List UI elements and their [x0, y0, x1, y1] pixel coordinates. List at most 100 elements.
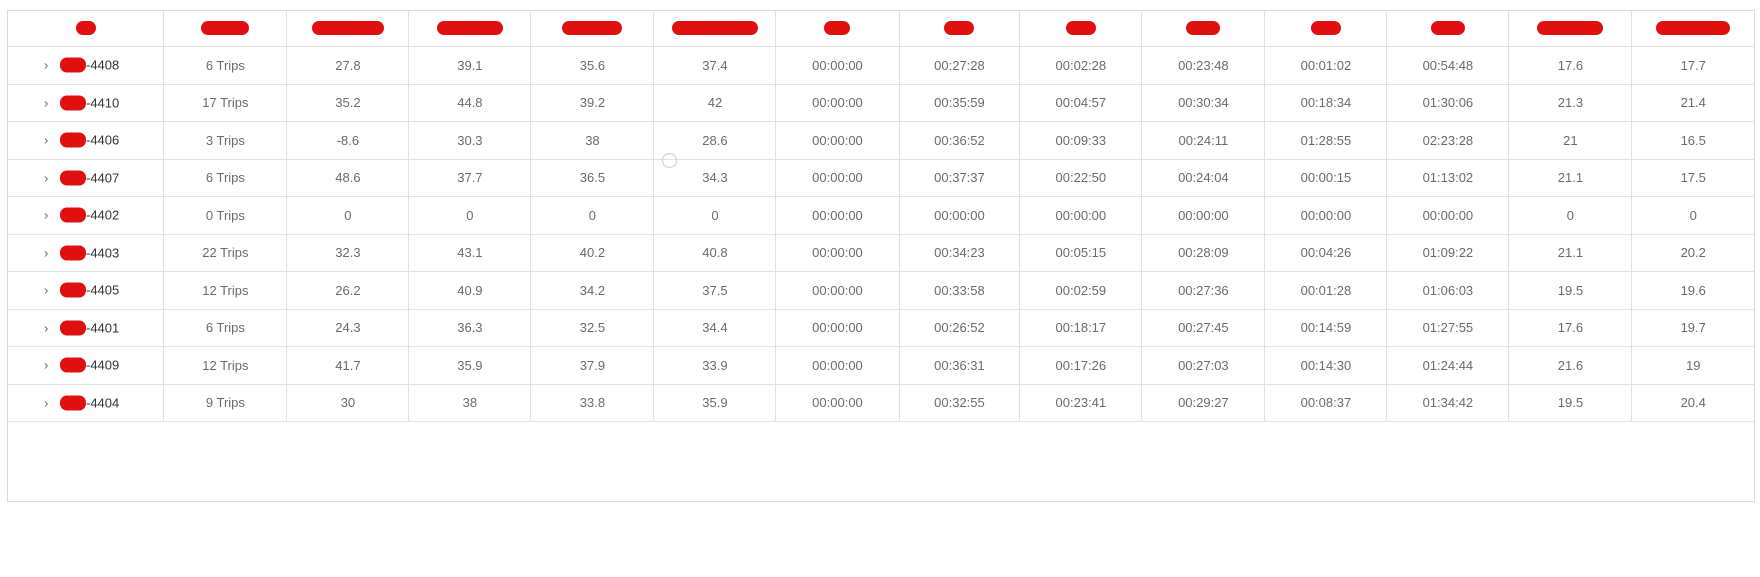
header-redacted[interactable] — [1631, 11, 1754, 47]
value-cell: 00:08:37 — [1264, 383, 1388, 422]
vehicle-cell[interactable]: › -4408 — [8, 46, 165, 85]
header-redacted[interactable] — [408, 11, 532, 47]
header-redacted[interactable] — [775, 11, 900, 47]
redaction-mark — [1310, 21, 1341, 36]
value-cell: 00:00:00 — [1141, 196, 1266, 235]
chevron-right-icon[interactable]: › — [44, 283, 48, 298]
header-redacted[interactable] — [653, 11, 777, 47]
vehicle-id-suffix: -4406 — [86, 132, 120, 148]
value-cell: 35.6 — [530, 46, 655, 85]
value-cell: 00:23:48 — [1141, 46, 1266, 85]
header-redacted[interactable] — [286, 11, 410, 47]
value-cell: 30.3 — [408, 121, 532, 160]
value-cell: 0 — [1631, 196, 1754, 235]
vehicle-id-suffix: -4405 — [86, 282, 120, 298]
vehicle-cell[interactable]: › -4405 — [8, 271, 165, 310]
table-row[interactable]: › -4401 6 Trips 24.3 36.3 32.5 34.4 00:00:00 00:… — [8, 308, 1754, 347]
vehicle-cell[interactable]: › -4401 — [8, 308, 165, 347]
redaction-mark — [60, 282, 86, 298]
value-cell: 35.9 — [408, 346, 532, 385]
header-redacted[interactable] — [8, 11, 165, 47]
value-cell: 00:27:45 — [1141, 308, 1266, 347]
table-row[interactable]: › -4409 12 Trips 41.7 35.9 37.9 33.9 00:00:00 00… — [8, 346, 1754, 385]
chevron-right-icon[interactable]: › — [44, 395, 48, 410]
header-redacted[interactable] — [1019, 11, 1143, 47]
chevron-right-icon[interactable]: › — [44, 320, 48, 335]
redaction-mark — [1430, 21, 1465, 36]
value-cell: 00:00:00 — [775, 271, 900, 310]
vehicle-name: -4404 — [60, 395, 119, 411]
table-row[interactable]: › -4402 0 Trips 0 0 0 0 00:00:00 00:00:00 00:00:0… — [8, 196, 1754, 235]
chevron-right-icon[interactable]: › — [44, 358, 48, 373]
chevron-right-icon[interactable]: › — [44, 245, 48, 260]
value-cell: 00:14:59 — [1264, 308, 1388, 347]
table-row[interactable]: › -4404 9 Trips 30 38 33.8 35.9 00:00:00 00:32:5… — [8, 383, 1754, 422]
value-cell: 17.6 — [1508, 308, 1633, 347]
value-cell: 34.4 — [653, 308, 777, 347]
value-cell: 00:00:00 — [775, 308, 900, 347]
value-cell: 00:30:34 — [1141, 83, 1266, 122]
value-cell: 00:09:33 — [1019, 121, 1143, 160]
chevron-right-icon[interactable]: › — [44, 95, 48, 110]
value-cell: 21.1 — [1508, 233, 1633, 272]
chevron-right-icon[interactable]: › — [44, 208, 48, 223]
table-row[interactable]: › -4405 12 Trips 26.2 40.9 34.2 37.5 00:00:00 00… — [8, 271, 1754, 310]
vehicle-cell[interactable]: › -4407 — [8, 158, 165, 197]
value-cell: 40.2 — [530, 233, 655, 272]
vehicle-cell[interactable]: › -4409 — [8, 346, 165, 385]
value-cell: 01:30:06 — [1386, 83, 1510, 122]
chevron-right-icon[interactable]: › — [44, 58, 48, 73]
header-redacted[interactable] — [163, 11, 288, 47]
redaction-mark — [436, 21, 503, 36]
value-cell: 00:18:34 — [1264, 83, 1388, 122]
value-cell: 33.8 — [530, 383, 655, 422]
value-cell: 38 — [530, 121, 655, 160]
value-cell: 00:04:26 — [1264, 233, 1388, 272]
header-redacted[interactable] — [898, 11, 1021, 47]
vehicle-name: -4407 — [60, 170, 119, 186]
vehicle-name: -4402 — [60, 207, 119, 223]
value-cell: 36.3 — [408, 308, 532, 347]
value-cell: 00:33:58 — [898, 271, 1021, 310]
header-redacted[interactable] — [1508, 11, 1633, 47]
header-redacted[interactable] — [1386, 11, 1510, 47]
value-cell: 00:14:30 — [1264, 346, 1388, 385]
value-cell: 33.9 — [653, 346, 777, 385]
table-row[interactable]: › -4403 22 Trips 32.3 43.1 40.2 40.8 00:00:00 00… — [8, 233, 1754, 272]
vehicle-cell[interactable]: › -4403 — [8, 233, 165, 272]
redaction-mark — [944, 21, 975, 36]
table-row[interactable]: › -4406 3 Trips -8.6 30.3 38 28.6 00:00:00 00:36… — [8, 121, 1754, 160]
table-body: › -4408 6 Trips 27.8 39.1 35.6 37.4 00:00:00 00:… — [8, 46, 1754, 422]
header-redacted[interactable] — [1141, 11, 1266, 47]
table-row[interactable]: › -4407 6 Trips 48.6 37.7 36.5 34.3 00:00:00 00:… — [8, 158, 1754, 197]
value-cell: 0 — [653, 196, 777, 235]
trips-count-cell: 22 Trips — [163, 233, 288, 272]
value-cell: 19.6 — [1631, 271, 1754, 310]
value-cell: 19.5 — [1508, 383, 1633, 422]
value-cell: 39.2 — [530, 83, 655, 122]
trips-count-cell: 0 Trips — [163, 196, 288, 235]
redaction-mark — [75, 21, 96, 36]
value-cell: 21.4 — [1631, 83, 1754, 122]
vehicle-cell[interactable]: › -4410 — [8, 83, 165, 122]
value-cell: 00:00:00 — [1386, 196, 1510, 235]
value-cell: 00:00:00 — [775, 383, 900, 422]
value-cell: 19 — [1631, 346, 1754, 385]
vehicle-cell[interactable]: › -4402 — [8, 196, 165, 235]
vehicle-cell[interactable]: › -4406 — [8, 121, 165, 160]
vehicle-cell[interactable]: › -4404 — [8, 383, 165, 422]
trips-count-cell: 6 Trips — [163, 308, 288, 347]
value-cell: 00:24:11 — [1141, 121, 1266, 160]
redaction-mark — [60, 132, 86, 148]
chevron-right-icon[interactable]: › — [44, 133, 48, 148]
header-redacted[interactable] — [530, 11, 655, 47]
value-cell: 00:29:27 — [1141, 383, 1266, 422]
table-row[interactable]: › -4410 17 Trips 35.2 44.8 39.2 42 00:00:00 00:3… — [8, 83, 1754, 122]
trips-count-cell: 12 Trips — [163, 346, 288, 385]
vehicle-name: -4409 — [60, 357, 119, 373]
redaction-mark — [201, 21, 250, 36]
table-row[interactable]: › -4408 6 Trips 27.8 39.1 35.6 37.4 00:00:00 00:… — [8, 46, 1754, 85]
vehicle-name: -4403 — [60, 245, 119, 261]
chevron-right-icon[interactable]: › — [44, 170, 48, 185]
header-redacted[interactable] — [1264, 11, 1388, 47]
